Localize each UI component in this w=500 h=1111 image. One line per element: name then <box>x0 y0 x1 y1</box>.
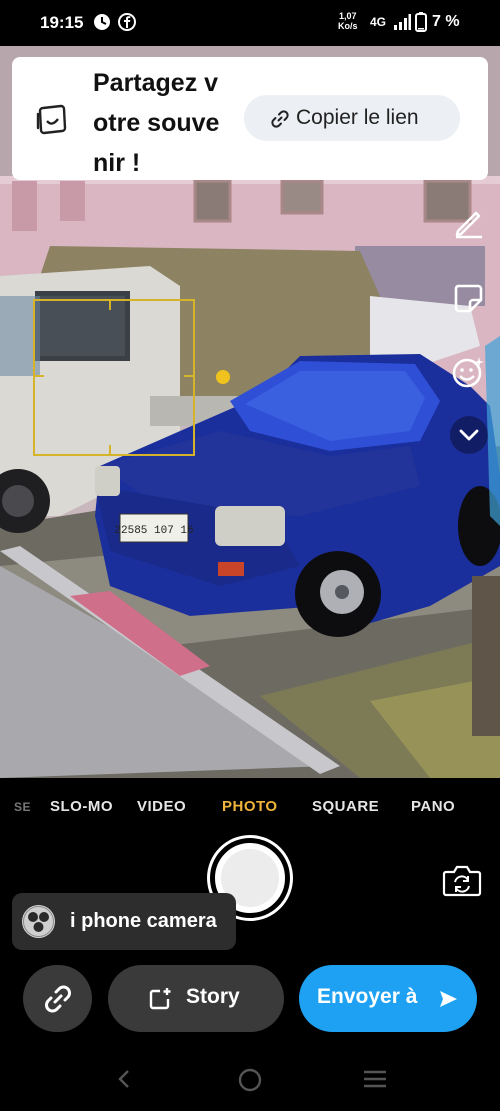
chevron-down-icon <box>459 429 479 441</box>
status-time: 19:15 <box>40 13 84 32</box>
network-speed-value: 1,07 <box>338 11 357 21</box>
battery-percent: 7 % <box>432 13 460 30</box>
system-nav-bar <box>0 1050 500 1111</box>
pencil-icon[interactable] <box>450 204 486 240</box>
story-label: Story <box>186 985 240 1008</box>
copy-link-label: Copier le lien <box>296 106 419 129</box>
mode-se[interactable]: SE <box>14 800 31 814</box>
network-speed: 1,07 Ko/s <box>338 11 358 31</box>
send-label: Envoyer à <box>317 985 418 1008</box>
camera-lens-icon <box>22 905 55 938</box>
smiley-icon[interactable] <box>450 354 486 390</box>
caption-text: i phone camera <box>70 910 217 932</box>
link-icon <box>45 985 71 1013</box>
battery-icon <box>415 12 427 32</box>
mode-photo[interactable]: PHOTO <box>222 798 278 815</box>
recents-icon[interactable] <box>362 1069 388 1089</box>
flip-camera-icon[interactable] <box>440 862 484 898</box>
send-arrow-icon <box>440 991 457 1007</box>
facebook-icon <box>118 13 136 31</box>
home-icon[interactable] <box>238 1068 262 1092</box>
license-plate-text: 22585 107 16 <box>114 525 193 537</box>
network-type: 4G <box>370 15 387 29</box>
copy-link-button[interactable]: Copier le lien <box>244 95 460 141</box>
caption-chip[interactable]: i phone camera <box>12 893 236 950</box>
share-memory-card: Partagez votre souvenir ! Copier le lien <box>12 57 488 180</box>
back-icon[interactable] <box>114 1068 134 1090</box>
signal-icon <box>394 14 411 30</box>
mode-pano[interactable]: PANO <box>411 798 455 815</box>
mode-square[interactable]: SQUARE <box>312 798 379 815</box>
memories-icon <box>36 104 67 135</box>
add-story-icon <box>149 988 171 1010</box>
more-tools-button[interactable] <box>450 416 488 454</box>
share-title: Partagez votre souvenir ! <box>93 69 220 177</box>
camera-mode-bar: SE SLO-MO VIDEO PHOTO SQUARE PANO <box>0 790 500 822</box>
share-link-button[interactable] <box>23 965 92 1032</box>
sticker-icon[interactable] <box>450 280 486 316</box>
status-bar: 19:15 1,07 Ko/s 4G 7 % <box>0 0 500 46</box>
mode-video[interactable]: VIDEO <box>137 798 186 815</box>
network-speed-unit: Ko/s <box>338 21 358 31</box>
send-to-button[interactable]: Envoyer à <box>299 965 477 1032</box>
mode-slo-mo[interactable]: SLO-MO <box>50 798 113 815</box>
link-icon <box>271 110 289 128</box>
story-button[interactable]: Story <box>108 965 284 1032</box>
clock-app-icon <box>94 14 110 30</box>
